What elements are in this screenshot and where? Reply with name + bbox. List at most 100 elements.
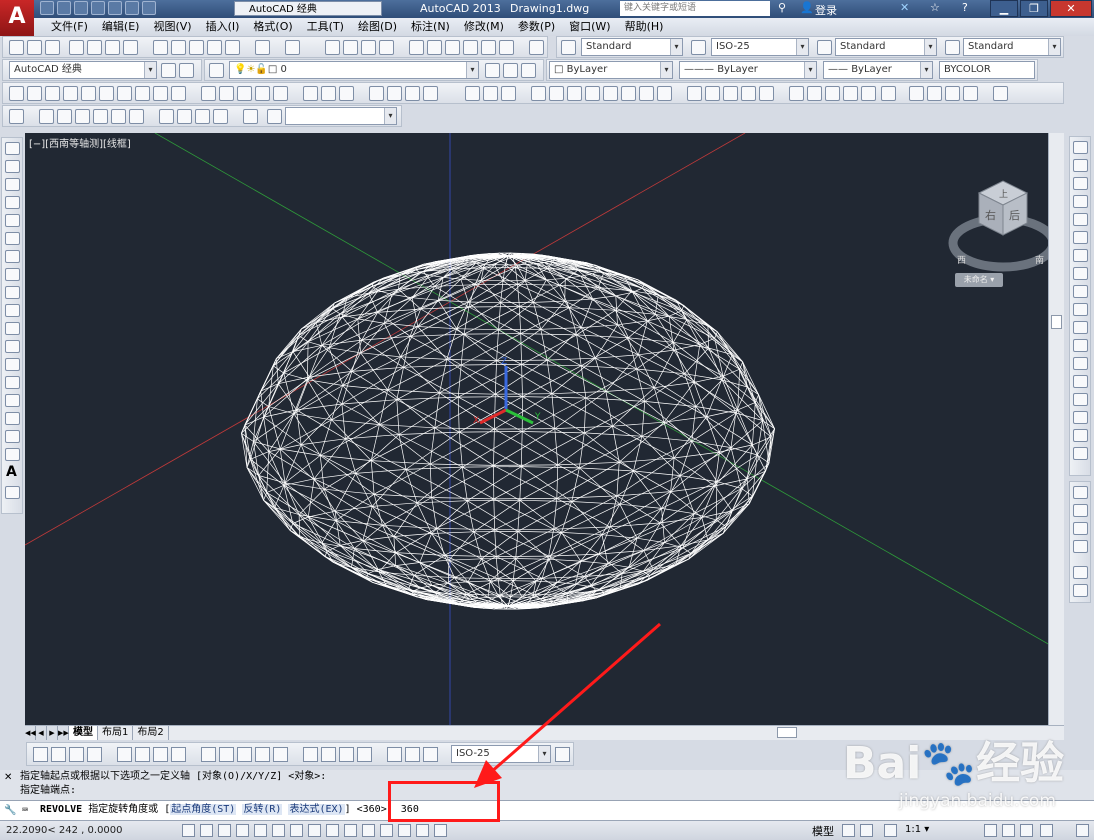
send-to-back-icon[interactable] xyxy=(1073,504,1088,517)
option-reverse[interactable]: 反转(R) xyxy=(242,804,283,815)
wedge-icon[interactable] xyxy=(45,86,60,101)
model-space-button[interactable]: 模型 xyxy=(812,823,834,839)
center-mark-icon[interactable] xyxy=(321,747,336,762)
menu-insert[interactable]: 插入(I) xyxy=(199,18,247,36)
tab-layout2[interactable]: 布局2 xyxy=(133,726,169,740)
construction-line-icon[interactable] xyxy=(5,160,20,173)
mesh-torus-icon[interactable] xyxy=(129,109,144,124)
command-input[interactable]: 🔧 ⌨ REVOLVE 指定旋转角度或 [起点角度(ST) 反转(R) 表达式(… xyxy=(0,800,1094,820)
thicken-icon[interactable] xyxy=(843,86,858,101)
planar-surface-icon[interactable] xyxy=(171,86,186,101)
baseline-dim-icon[interactable] xyxy=(219,747,234,762)
region-icon[interactable] xyxy=(5,430,20,443)
plot-preview-icon[interactable] xyxy=(87,40,102,55)
pan-icon[interactable] xyxy=(325,40,340,55)
3d-align-icon[interactable] xyxy=(405,86,420,101)
annotation-scale-icon[interactable] xyxy=(884,824,897,837)
text-style-icon[interactable] xyxy=(561,40,576,55)
continue-dim-icon[interactable] xyxy=(237,747,252,762)
line-icon[interactable] xyxy=(5,142,20,155)
mleader-style-icon[interactable] xyxy=(945,40,960,55)
transparency-icon[interactable] xyxy=(380,824,393,837)
publish-icon[interactable] xyxy=(105,40,120,55)
quick-view-drawings-icon[interactable] xyxy=(860,824,873,837)
point-icon[interactable] xyxy=(5,376,20,389)
layer-previous-icon[interactable] xyxy=(503,63,518,78)
multiline-text-icon[interactable]: A xyxy=(6,464,17,480)
table-style-icon[interactable] xyxy=(817,40,832,55)
layer-state-icon[interactable] xyxy=(521,63,536,78)
jogged-linear-icon[interactable] xyxy=(357,747,372,762)
ucs-menu[interactable]: 未命名 ▾ xyxy=(955,273,1003,287)
workspace-select[interactable]: AutoCAD 经典 ▾ xyxy=(9,61,157,79)
gradient-icon[interactable] xyxy=(5,412,20,425)
mesh-cylinder-icon[interactable] xyxy=(57,109,72,124)
visual-style-manager-icon[interactable] xyxy=(993,86,1008,101)
layer-properties-icon[interactable] xyxy=(209,63,224,78)
tab-next-icon[interactable]: ▶ xyxy=(47,726,58,740)
add-selected-icon[interactable] xyxy=(5,486,20,499)
diameter-dim-icon[interactable] xyxy=(153,747,168,762)
spline-icon[interactable] xyxy=(5,286,20,299)
copy-icon[interactable] xyxy=(171,40,186,55)
hatch-to-back-icon[interactable] xyxy=(1073,584,1088,597)
help-icon[interactable]: ? xyxy=(962,1,968,14)
polysolid-icon[interactable] xyxy=(9,86,24,101)
dim-style-select[interactable]: ISO-25 ▾ xyxy=(711,38,809,56)
dim-style-icon[interactable] xyxy=(691,40,706,55)
linear-dim-icon[interactable] xyxy=(33,747,48,762)
erase-icon[interactable] xyxy=(1073,141,1088,154)
chamfer-icon[interactable] xyxy=(1073,393,1088,406)
dim-text-edit-icon[interactable] xyxy=(405,747,420,762)
fillet-icon[interactable] xyxy=(1073,411,1088,424)
sheet-set-icon[interactable] xyxy=(463,40,478,55)
smooth-less-icon[interactable] xyxy=(177,109,192,124)
refine-mesh-icon[interactable] xyxy=(195,109,210,124)
polyline-icon[interactable] xyxy=(5,178,20,191)
workspace-settings-icon[interactable] xyxy=(161,63,176,78)
menu-tools[interactable]: 工具(T) xyxy=(300,18,351,36)
chamfer-edge-icon[interactable] xyxy=(807,86,822,101)
tab-last-icon[interactable]: ▶▶ xyxy=(58,726,69,740)
fillet-edge-icon[interactable] xyxy=(789,86,804,101)
dim-space-icon[interactable] xyxy=(255,747,270,762)
smooth-more-icon[interactable] xyxy=(159,109,174,124)
view-select[interactable]: ▾ xyxy=(285,107,397,125)
menu-format[interactable]: 格式(O) xyxy=(246,18,299,36)
send-under-icon[interactable] xyxy=(1073,540,1088,553)
rotate-faces-icon[interactable] xyxy=(603,86,618,101)
slice-icon[interactable] xyxy=(825,86,840,101)
extend-icon[interactable] xyxy=(1073,321,1088,334)
menu-help[interactable]: 帮助(H) xyxy=(618,18,671,36)
table-style-select[interactable]: Standard ▾ xyxy=(835,38,937,56)
quick-properties-icon[interactable] xyxy=(398,824,411,837)
convert-to-solid-icon[interactable] xyxy=(861,86,876,101)
new-icon[interactable] xyxy=(40,1,54,15)
menu-draw[interactable]: 绘图(D) xyxy=(351,18,404,36)
separate-icon[interactable] xyxy=(723,86,738,101)
polygon-icon[interactable] xyxy=(5,196,20,209)
menu-edit[interactable]: 编辑(E) xyxy=(95,18,147,36)
vertical-scrollbar[interactable] xyxy=(1048,133,1064,725)
tab-first-icon[interactable]: ◀◀ xyxy=(25,726,36,740)
presspull-icon[interactable] xyxy=(219,86,234,101)
annotation-scale[interactable]: 1:1 ▾ xyxy=(905,824,929,835)
block-editor-icon[interactable] xyxy=(225,40,240,55)
mesh-wedge-icon[interactable] xyxy=(111,109,126,124)
extrude-faces-icon[interactable] xyxy=(531,86,546,101)
break-icon[interactable] xyxy=(1073,357,1088,370)
quick-dim-icon[interactable] xyxy=(201,747,216,762)
grid-display-icon[interactable] xyxy=(218,824,231,837)
copy-object-icon[interactable] xyxy=(1073,159,1088,172)
menu-modify[interactable]: 修改(M) xyxy=(457,18,511,36)
pyramid-icon[interactable] xyxy=(135,86,150,101)
mesh-box-icon[interactable] xyxy=(39,109,54,124)
redo-icon[interactable] xyxy=(142,1,156,15)
toolbar-lock-icon[interactable] xyxy=(1002,824,1015,837)
menu-dimension[interactable]: 标注(N) xyxy=(404,18,457,36)
restore-button[interactable]: ❐ xyxy=(1020,0,1048,17)
intersect-icon[interactable] xyxy=(339,86,354,101)
clean-icon[interactable] xyxy=(705,86,720,101)
stretch-icon[interactable] xyxy=(1073,285,1088,298)
menu-parametric[interactable]: 参数(P) xyxy=(511,18,562,36)
